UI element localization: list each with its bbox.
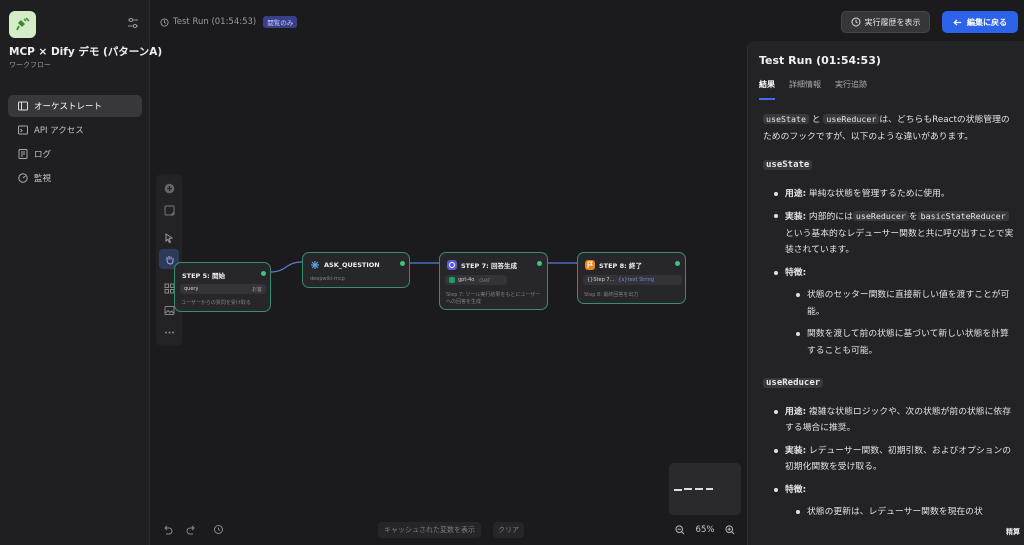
canvas-toolbar: [156, 174, 182, 346]
node-title: STEP 7: 回答生成: [447, 260, 517, 270]
intro-paragraph: useState と useReducer は、どちらもReactの状態管理のため…: [763, 114, 1010, 142]
node-title: STEP 8: 終了: [585, 260, 642, 270]
app-type: ワークフロー: [9, 61, 51, 69]
node-var-pill: query お客: [180, 284, 266, 294]
view-history-button[interactable]: 実行履歴を表示: [841, 11, 930, 33]
status-ok-icon: [675, 261, 680, 266]
zoom-in-icon[interactable]: [725, 525, 735, 535]
layout-icon: [18, 101, 28, 111]
node-desc: Step 8: 最終回答を出力: [584, 292, 639, 298]
arrow-left-icon: [953, 18, 962, 26]
sidebar-item-label: API アクセス: [34, 126, 84, 136]
node-title: STEP 5: 開始: [182, 272, 225, 280]
usereducer-list: 用途: 複雑な状態ロジックや、次の状態が前の状態に依存する場合に推奨。 実装: …: [763, 404, 1015, 521]
pointer-icon[interactable]: [161, 230, 177, 246]
show-cached-vars-button[interactable]: キャッシュされた変数を表示: [378, 522, 481, 538]
zoom-out-icon[interactable]: [674, 525, 685, 535]
node-desc: ユーザーからの質問を受け取る: [181, 300, 251, 306]
clear-button[interactable]: クリア: [493, 522, 524, 538]
usestate-list: 用途: 単純な状態を管理するために使用。 実装: 内部的には useReducer…: [763, 186, 1015, 360]
list-item: 実装: 内部的には useReducer を basicStateReducerという…: [763, 208, 1015, 259]
sidebar-nav: オーケストレート API アクセス ログ 監視: [8, 95, 142, 191]
sidebar-item-orchestrate[interactable]: オーケストレート: [8, 95, 142, 117]
mcp-tool-icon: [310, 260, 320, 270]
corner-label: 精算: [1006, 528, 1020, 536]
history-icon: [851, 17, 860, 27]
redo-icon[interactable]: [186, 524, 197, 537]
minimap-nodes: [674, 488, 713, 491]
list-item: 関数を渡して前の状態に基づいて新しい状態を計算することも可能。: [763, 326, 1015, 359]
app-name: MCP × Dify デモ (パターンA): [9, 46, 163, 58]
tab-detail[interactable]: 詳細情報: [789, 79, 821, 100]
node-title: ASK_QUESTION: [310, 260, 380, 270]
sidebar-item-logs[interactable]: ログ: [8, 143, 142, 165]
node-desc: Step 7: ツール実行結果をもとにユーザー: [446, 292, 541, 298]
add-note-icon[interactable]: [161, 202, 177, 218]
plug-icon: [15, 16, 30, 30]
list-item: 状態の更新は、レデューサー関数を現在の状: [763, 504, 1015, 521]
list-item: 実装: レデューサー関数、初期引数、およびオプションの初期化関数を受け取る。: [763, 443, 1015, 476]
result-content: useState と useReducer は、どちらもReactの状態管理のため…: [763, 111, 1015, 527]
run-result-panel: Test Run (01:54:53) 結果 詳細情報 実行追跡 useStat…: [747, 41, 1024, 545]
terminal-icon: [18, 125, 28, 135]
status-ok-icon: [537, 261, 542, 266]
undo-icon[interactable]: [162, 524, 173, 537]
node-llm[interactable]: STEP 7: 回答生成 gpt-4o CHAT Step 7: ツール実行結果…: [439, 252, 548, 310]
readonly-badge: 閲覧のみ: [263, 16, 298, 28]
app-icon: [9, 11, 36, 38]
heading-usestate: useState: [763, 157, 1015, 174]
more-icon[interactable]: [161, 324, 177, 340]
clock-icon: [160, 17, 169, 27]
sidebar-item-label: オーケストレート: [34, 102, 103, 112]
zoom-level[interactable]: 65%: [696, 525, 715, 535]
app-root: MCP × Dify デモ (パターンA) ワークフロー オーケストレート AP…: [0, 0, 1024, 545]
sliders-icon[interactable]: [127, 17, 139, 29]
minimap[interactable]: [669, 463, 741, 515]
status-ok-icon: [261, 271, 266, 276]
end-flag-icon: [585, 260, 595, 270]
sidebar-item-label: 監視: [34, 174, 52, 184]
sidebar: MCP × Dify デモ (パターンA) ワークフロー オーケストレート AP…: [0, 0, 162, 545]
log-icon: [18, 149, 28, 159]
list-item: 用途: 単純な状態を管理するために使用。: [763, 186, 1015, 203]
back-to-edit-label: 編集に戻る: [967, 17, 1007, 27]
list-item: 状態のセッター関数に直接新しい値を渡すことが可能。: [763, 287, 1015, 320]
sidebar-item-label: ログ: [34, 150, 52, 160]
run-label-text: Test Run (01:54:53): [173, 17, 257, 27]
llm-icon: [447, 260, 457, 270]
output-var-pill: {}Step 7... {x}text String: [583, 275, 682, 285]
list-item: 特徴:: [763, 482, 1015, 499]
panel-tabs: 結果 詳細情報 実行追跡: [759, 79, 867, 100]
list-item: 特徴:: [763, 265, 1015, 282]
status-ok-icon: [400, 261, 405, 266]
model-pill: gpt-4o CHAT: [445, 275, 507, 285]
openai-icon: [449, 277, 455, 283]
node-ask-question[interactable]: ASK_QUESTION deepwiki-mcp: [302, 252, 410, 288]
tab-trace[interactable]: 実行追跡: [835, 79, 867, 100]
heading-usereducer: useReducer: [763, 375, 1015, 392]
zoom-control: 65%: [669, 519, 741, 541]
sidebar-item-api[interactable]: API アクセス: [8, 119, 142, 141]
panel-title: Test Run (01:54:53): [759, 54, 881, 67]
tab-result[interactable]: 結果: [759, 79, 775, 100]
node-desc: deepwiki-mcp: [310, 276, 345, 282]
add-node-icon[interactable]: [161, 180, 177, 196]
back-to-edit-button[interactable]: 編集に戻る: [942, 11, 1018, 33]
node-start[interactable]: STEP 5: 開始 query お客 ユーザーからの質問を受け取る: [174, 262, 271, 312]
run-label: Test Run (01:54:53) 閲覧のみ: [160, 16, 298, 28]
node-end[interactable]: STEP 8: 終了 {}Step 7... {x}text String St…: [577, 252, 686, 304]
version-history-icon[interactable]: [213, 524, 224, 537]
monitor-icon: [18, 173, 28, 183]
view-history-label: 実行履歴を表示: [864, 17, 921, 27]
node-desc: への回答を生成: [446, 299, 482, 305]
list-item: 用途: 複雑な状態ロジックや、次の状態が前の状態に依存する場合に推奨。: [763, 404, 1015, 437]
sidebar-item-monitor[interactable]: 監視: [8, 167, 142, 189]
